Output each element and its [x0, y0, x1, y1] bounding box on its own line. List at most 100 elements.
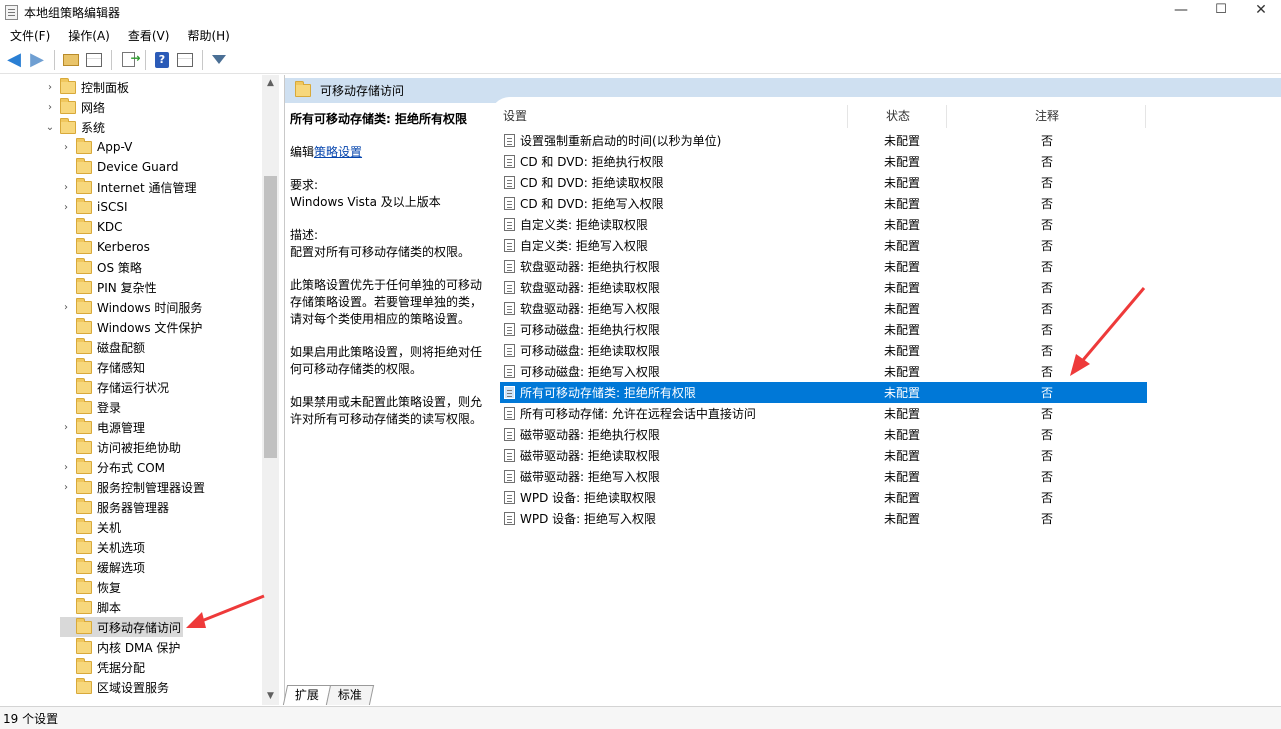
- tree-item[interactable]: Kerberos: [60, 237, 152, 257]
- tree-item[interactable]: OS 策略: [60, 257, 144, 277]
- close-button[interactable]: ✕: [1241, 0, 1281, 24]
- tree-item[interactable]: › Windows 时间服务: [60, 297, 204, 317]
- table-row[interactable]: 设置强制重新启动的时间(以秒为单位) 未配置 否: [500, 130, 1147, 151]
- tree-item[interactable]: › 电源管理: [60, 417, 147, 437]
- help-button[interactable]: ?: [152, 50, 172, 70]
- table-row[interactable]: 所有可移动存储类: 拒绝所有权限 未配置 否: [500, 382, 1147, 403]
- tab-extended[interactable]: 扩展: [282, 685, 332, 705]
- table-row[interactable]: 可移动磁盘: 拒绝读取权限 未配置 否: [500, 340, 1147, 361]
- table-row[interactable]: 磁带驱动器: 拒绝写入权限 未配置 否: [500, 466, 1147, 487]
- table-row[interactable]: CD 和 DVD: 拒绝写入权限 未配置 否: [500, 193, 1147, 214]
- table-row[interactable]: WPD 设备: 拒绝读取权限 未配置 否: [500, 487, 1147, 508]
- table-row[interactable]: 软盘驱动器: 拒绝写入权限 未配置 否: [500, 298, 1147, 319]
- table-row[interactable]: 所有可移动存储: 允许在远程会话中直接访问 未配置 否: [500, 403, 1147, 424]
- table-row[interactable]: 软盘驱动器: 拒绝执行权限 未配置 否: [500, 256, 1147, 277]
- column-header-note[interactable]: 注释: [1035, 107, 1059, 127]
- menu-action[interactable]: 操作(A): [58, 27, 118, 44]
- maximize-button[interactable]: ☐: [1201, 0, 1241, 24]
- minimize-button[interactable]: —: [1161, 0, 1201, 24]
- column-divider[interactable]: [946, 105, 947, 128]
- scroll-down-icon[interactable]: ▼: [262, 688, 279, 705]
- tree-item[interactable]: 内核 DMA 保护: [60, 637, 182, 657]
- tree-item[interactable]: › App-V: [60, 137, 134, 157]
- chevron-right-icon[interactable]: ›: [60, 302, 72, 313]
- menu-view[interactable]: 查看(V): [118, 27, 178, 44]
- description-para3: 如果禁用或未配置此策略设置，则允许对所有可移动存储类的读写权限。: [290, 395, 483, 426]
- forward-arrow-icon: ▶: [30, 49, 44, 70]
- chevron-right-icon[interactable]: ›: [60, 202, 72, 213]
- column-divider[interactable]: [847, 105, 848, 128]
- tree-item[interactable]: 凭据分配: [60, 657, 147, 677]
- tree-item[interactable]: Windows 文件保护: [60, 317, 204, 337]
- table-row[interactable]: 自定义类: 拒绝写入权限 未配置 否: [500, 235, 1147, 256]
- tree-item-label: 可移动存储访问: [97, 620, 182, 635]
- policy-setting-icon: [504, 281, 515, 294]
- edit-policy-link[interactable]: 策略设置: [314, 145, 362, 159]
- table-row[interactable]: CD 和 DVD: 拒绝读取权限 未配置 否: [500, 172, 1147, 193]
- setting-state: 未配置: [884, 323, 921, 337]
- tree-item[interactable]: › 控制面板: [44, 77, 131, 97]
- filter-button[interactable]: [209, 50, 229, 70]
- table-row[interactable]: 可移动磁盘: 拒绝写入权限 未配置 否: [500, 361, 1147, 382]
- tree-item[interactable]: › 网络: [44, 97, 107, 117]
- tree-item[interactable]: 缓解选项: [60, 557, 147, 577]
- tree-item[interactable]: 区域设置服务: [60, 677, 171, 697]
- tree-item-label: 服务器管理器: [97, 500, 170, 515]
- menu-file[interactable]: 文件(F): [0, 27, 58, 44]
- column-header-setting[interactable]: 设置: [503, 107, 527, 127]
- forward-button[interactable]: ▶: [27, 49, 47, 70]
- setting-state: 未配置: [884, 512, 921, 526]
- tree-item[interactable]: 关机: [60, 517, 123, 537]
- table-row[interactable]: CD 和 DVD: 拒绝执行权限 未配置 否: [500, 151, 1147, 172]
- chevron-right-icon[interactable]: ›: [44, 82, 56, 93]
- column-header-state[interactable]: 状态: [886, 107, 910, 127]
- tree-item[interactable]: 存储运行状况: [60, 377, 171, 397]
- chevron-right-icon[interactable]: ›: [44, 102, 56, 113]
- chevron-right-icon[interactable]: ›: [60, 462, 72, 473]
- column-divider[interactable]: [1145, 105, 1146, 128]
- table-row[interactable]: WPD 设备: 拒绝写入权限 未配置 否: [500, 508, 1147, 529]
- table-row[interactable]: 磁带驱动器: 拒绝执行权限 未配置 否: [500, 424, 1147, 445]
- tree-item[interactable]: 恢复: [60, 577, 123, 597]
- chevron-down-icon[interactable]: ⌄: [44, 122, 56, 133]
- scroll-up-icon[interactable]: ▲: [262, 75, 279, 92]
- table-row[interactable]: 可移动磁盘: 拒绝执行权限 未配置 否: [500, 319, 1147, 340]
- policy-setting-icon: [504, 218, 515, 231]
- properties-button[interactable]: [175, 50, 195, 70]
- setting-note: 否: [1041, 176, 1054, 190]
- tree-item[interactable]: ⌄ 系统: [44, 117, 107, 137]
- table-row[interactable]: 自定义类: 拒绝读取权限 未配置 否: [500, 214, 1147, 235]
- tree-item[interactable]: 磁盘配额: [60, 337, 147, 357]
- table-row[interactable]: 软盘驱动器: 拒绝读取权限 未配置 否: [500, 277, 1147, 298]
- tree-scrollbar[interactable]: ▲ ▼: [262, 75, 279, 705]
- up-button[interactable]: [61, 50, 81, 70]
- tree-item[interactable]: 脚本: [60, 597, 123, 617]
- tree-item[interactable]: 可移动存储访问: [60, 617, 184, 637]
- tree-item[interactable]: › iSCSI: [60, 197, 130, 217]
- tree-item[interactable]: Device Guard: [60, 157, 180, 177]
- chevron-right-icon[interactable]: ›: [60, 482, 72, 493]
- chevron-right-icon[interactable]: ›: [60, 182, 72, 193]
- menu-help[interactable]: 帮助(H): [177, 27, 237, 44]
- tree-item[interactable]: 登录: [60, 397, 123, 417]
- tree-item[interactable]: › 服务控制管理器设置: [60, 477, 207, 497]
- tree-item[interactable]: 服务器管理器: [60, 497, 171, 517]
- tab-standard[interactable]: 标准: [325, 685, 375, 705]
- tree-item[interactable]: 关机选项: [60, 537, 147, 557]
- tree-item[interactable]: 存储感知: [60, 357, 147, 377]
- export-list-button[interactable]: [118, 50, 141, 70]
- chevron-right-icon[interactable]: ›: [60, 142, 72, 153]
- tree-item[interactable]: KDC: [60, 217, 125, 237]
- tree-item[interactable]: › 分布式 COM: [60, 457, 167, 477]
- show-hide-tree-button[interactable]: [84, 50, 104, 70]
- tree-item[interactable]: PIN 复杂性: [60, 277, 159, 297]
- folder-icon: [76, 237, 92, 254]
- tree-item-label: 凭据分配: [97, 660, 146, 675]
- chevron-right-icon[interactable]: ›: [60, 422, 72, 433]
- tree-item[interactable]: 访问被拒绝协助: [60, 437, 183, 457]
- scroll-thumb[interactable]: [264, 176, 277, 458]
- back-button[interactable]: ◀: [4, 49, 24, 70]
- description-panel: 所有可移动存储类: 拒绝所有权限 编辑策略设置 要求: Windows Vista…: [290, 111, 486, 444]
- table-row[interactable]: 磁带驱动器: 拒绝读取权限 未配置 否: [500, 445, 1147, 466]
- tree-item[interactable]: › Internet 通信管理: [60, 177, 198, 197]
